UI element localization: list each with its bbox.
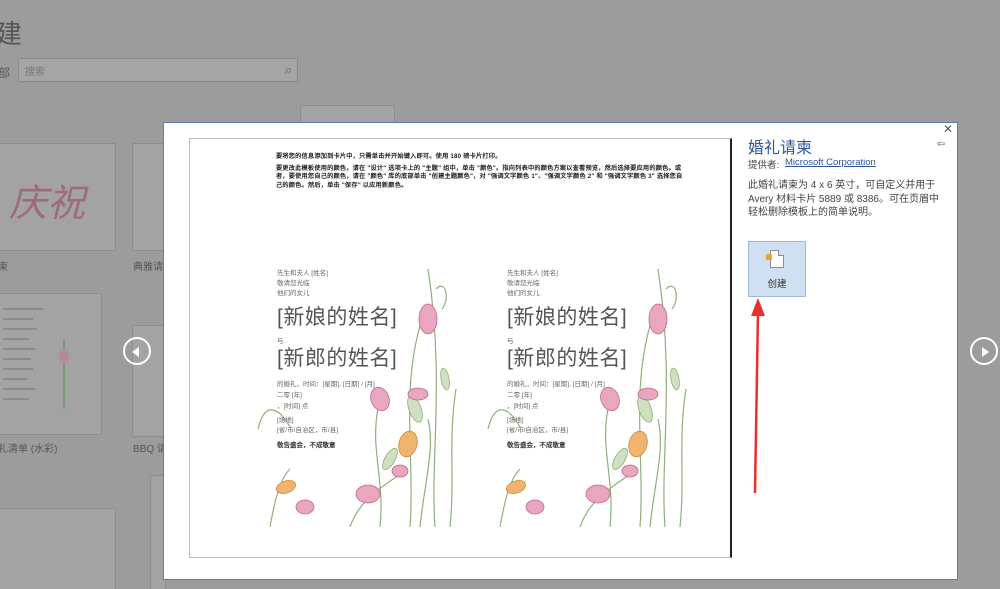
date-line: 的婚礼，时间：[星期], [日期] / [月] — [507, 381, 605, 388]
template-tile[interactable] — [0, 508, 116, 589]
template-caption: 柬 — [0, 262, 8, 273]
parents-line: 先生和夫人 [姓名] — [277, 270, 328, 277]
groom-name: [新郎的姓名] — [507, 347, 628, 370]
template-caption: BBQ 请 — [133, 444, 167, 455]
template-instructions: 要将您的信息添加到卡片中，只需单击并开始键入即可。使用 180 磅卡片打印。 要… — [276, 153, 686, 193]
chevron-right-icon[interactable] — [970, 337, 998, 365]
provider-label: 提供者: — [748, 160, 780, 171]
date-line: 的婚礼，时间：[星期], [日期] / [月] — [277, 381, 375, 388]
year-line: 二零 [年] — [507, 392, 532, 399]
template-tile-celebrate[interactable]: 庆祝 — [0, 143, 116, 251]
search-icon[interactable]: ⌕ — [285, 62, 292, 78]
provider-link[interactable]: Microsoft Corporation — [785, 157, 876, 168]
close-icon[interactable]: ✕ — [943, 123, 953, 135]
search-placeholder: 搜索 — [25, 67, 45, 78]
watermark-logo: Bai du 经验 — [766, 506, 957, 544]
daughter-line: 他们的女儿 — [507, 290, 540, 297]
pin-icon[interactable]: ⇦ — [937, 139, 945, 150]
invitation-card: 先生和夫人 [姓名] 敬请您光临 他们的女儿 [新娘的姓名] 与 [新郎的姓名]… — [480, 259, 690, 527]
template-tile-elegant[interactable] — [132, 143, 166, 251]
instruction-paragraph: 要更改此模板使用的颜色，请在 "设计" 选项卡上的 "主题" 组中，单击 "颜色… — [276, 164, 683, 189]
search-box[interactable]: 搜索 ⌕ — [18, 58, 298, 82]
time-line: ，[时间] 点 — [507, 403, 539, 410]
template-tile-watercolor-list[interactable] — [0, 293, 102, 435]
invite-line: 敬请您光临 — [507, 280, 540, 287]
sparkle-icon — [766, 254, 772, 260]
invitation-card: 先生和夫人 [姓名] 敬请您光临 他们的女儿 [新娘的姓名] 与 [新郎的姓名]… — [250, 259, 460, 527]
address-line: [省/市/自治区，市/县] — [277, 427, 339, 434]
template-preview-image: 要将您的信息添加到卡片中，只需单击并开始键入即可。使用 180 磅卡片打印。 要… — [189, 138, 732, 558]
chevron-left-icon[interactable] — [123, 337, 151, 365]
address-line: [省/市/自治区，市/县] — [507, 427, 569, 434]
venue-line: [场地] — [507, 417, 524, 424]
create-button[interactable]: 创建 — [748, 241, 806, 297]
scope-label: 部 — [0, 66, 11, 80]
celebrate-text: 庆祝 — [9, 181, 86, 225]
template-caption: 礼清单 (水彩) — [0, 444, 58, 455]
invite-line: 敬请您光临 — [277, 280, 310, 287]
daughter-line: 他们的女儿 — [277, 290, 310, 297]
instruction-paragraph: 要将您的信息添加到卡片中，只需单击并开始键入即可。使用 180 磅卡片打印。 — [276, 153, 502, 160]
template-description: 此婚礼请柬为 4 x 6 英寸，可自定义并用于 Avery 材料卡片 5889 … — [748, 180, 939, 218]
bride-name: [新娘的姓名] — [507, 306, 628, 329]
rsvp-line: 敬告盛会，不成敬意 — [507, 442, 566, 449]
flower-thumbnail — [59, 339, 83, 409]
page-title: 建 — [0, 19, 23, 49]
new-document-icon — [770, 250, 784, 268]
venue-line: [场地] — [277, 417, 294, 424]
parents-line: 先生和夫人 [姓名] — [507, 270, 558, 277]
watermark-url: jingyan.baidu.com — [770, 543, 891, 560]
rsvp-line: 敬告盛会，不成敬意 — [277, 442, 336, 449]
create-button-label: 创建 — [767, 279, 787, 290]
groom-name: [新郎的姓名] — [277, 347, 398, 370]
template-title: 婚礼请柬 — [748, 140, 813, 157]
time-line: ，[时间] 点 — [277, 403, 309, 410]
year-line: 二零 [年] — [277, 392, 302, 399]
bride-name: [新娘的姓名] — [277, 306, 398, 329]
